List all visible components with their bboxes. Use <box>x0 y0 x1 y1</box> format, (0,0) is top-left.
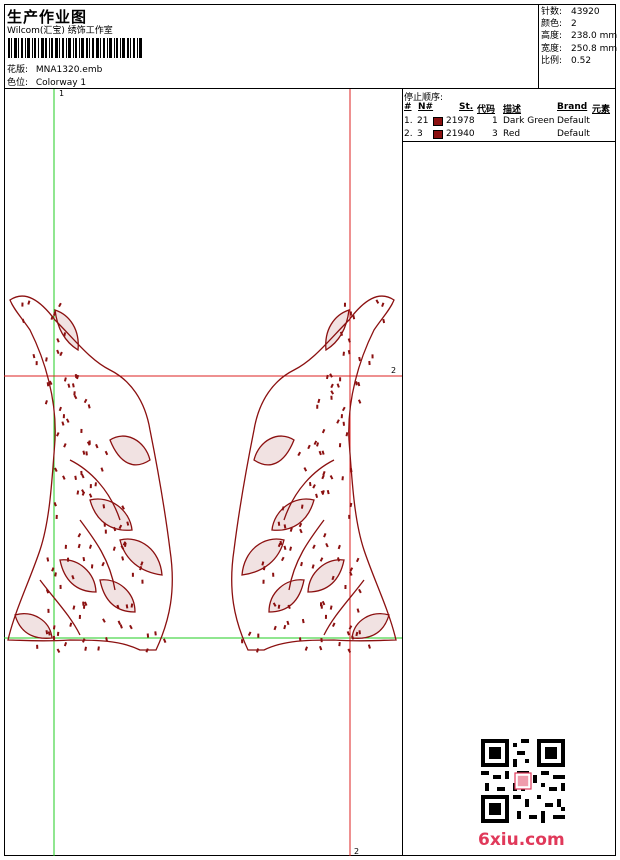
embroidery-motif-right <box>231 295 397 651</box>
guide-label-bottom: 2 <box>354 847 360 856</box>
guide-label-right: 2 <box>391 366 397 375</box>
embroidery-motif-left <box>7 295 173 651</box>
qr-code <box>481 739 565 823</box>
embroidery-preview <box>4 89 402 856</box>
embroidery-stitch-marks <box>21 299 386 653</box>
guide-label-top: 1 <box>59 89 65 98</box>
watermark-logo: 6xiu.com <box>478 830 565 850</box>
